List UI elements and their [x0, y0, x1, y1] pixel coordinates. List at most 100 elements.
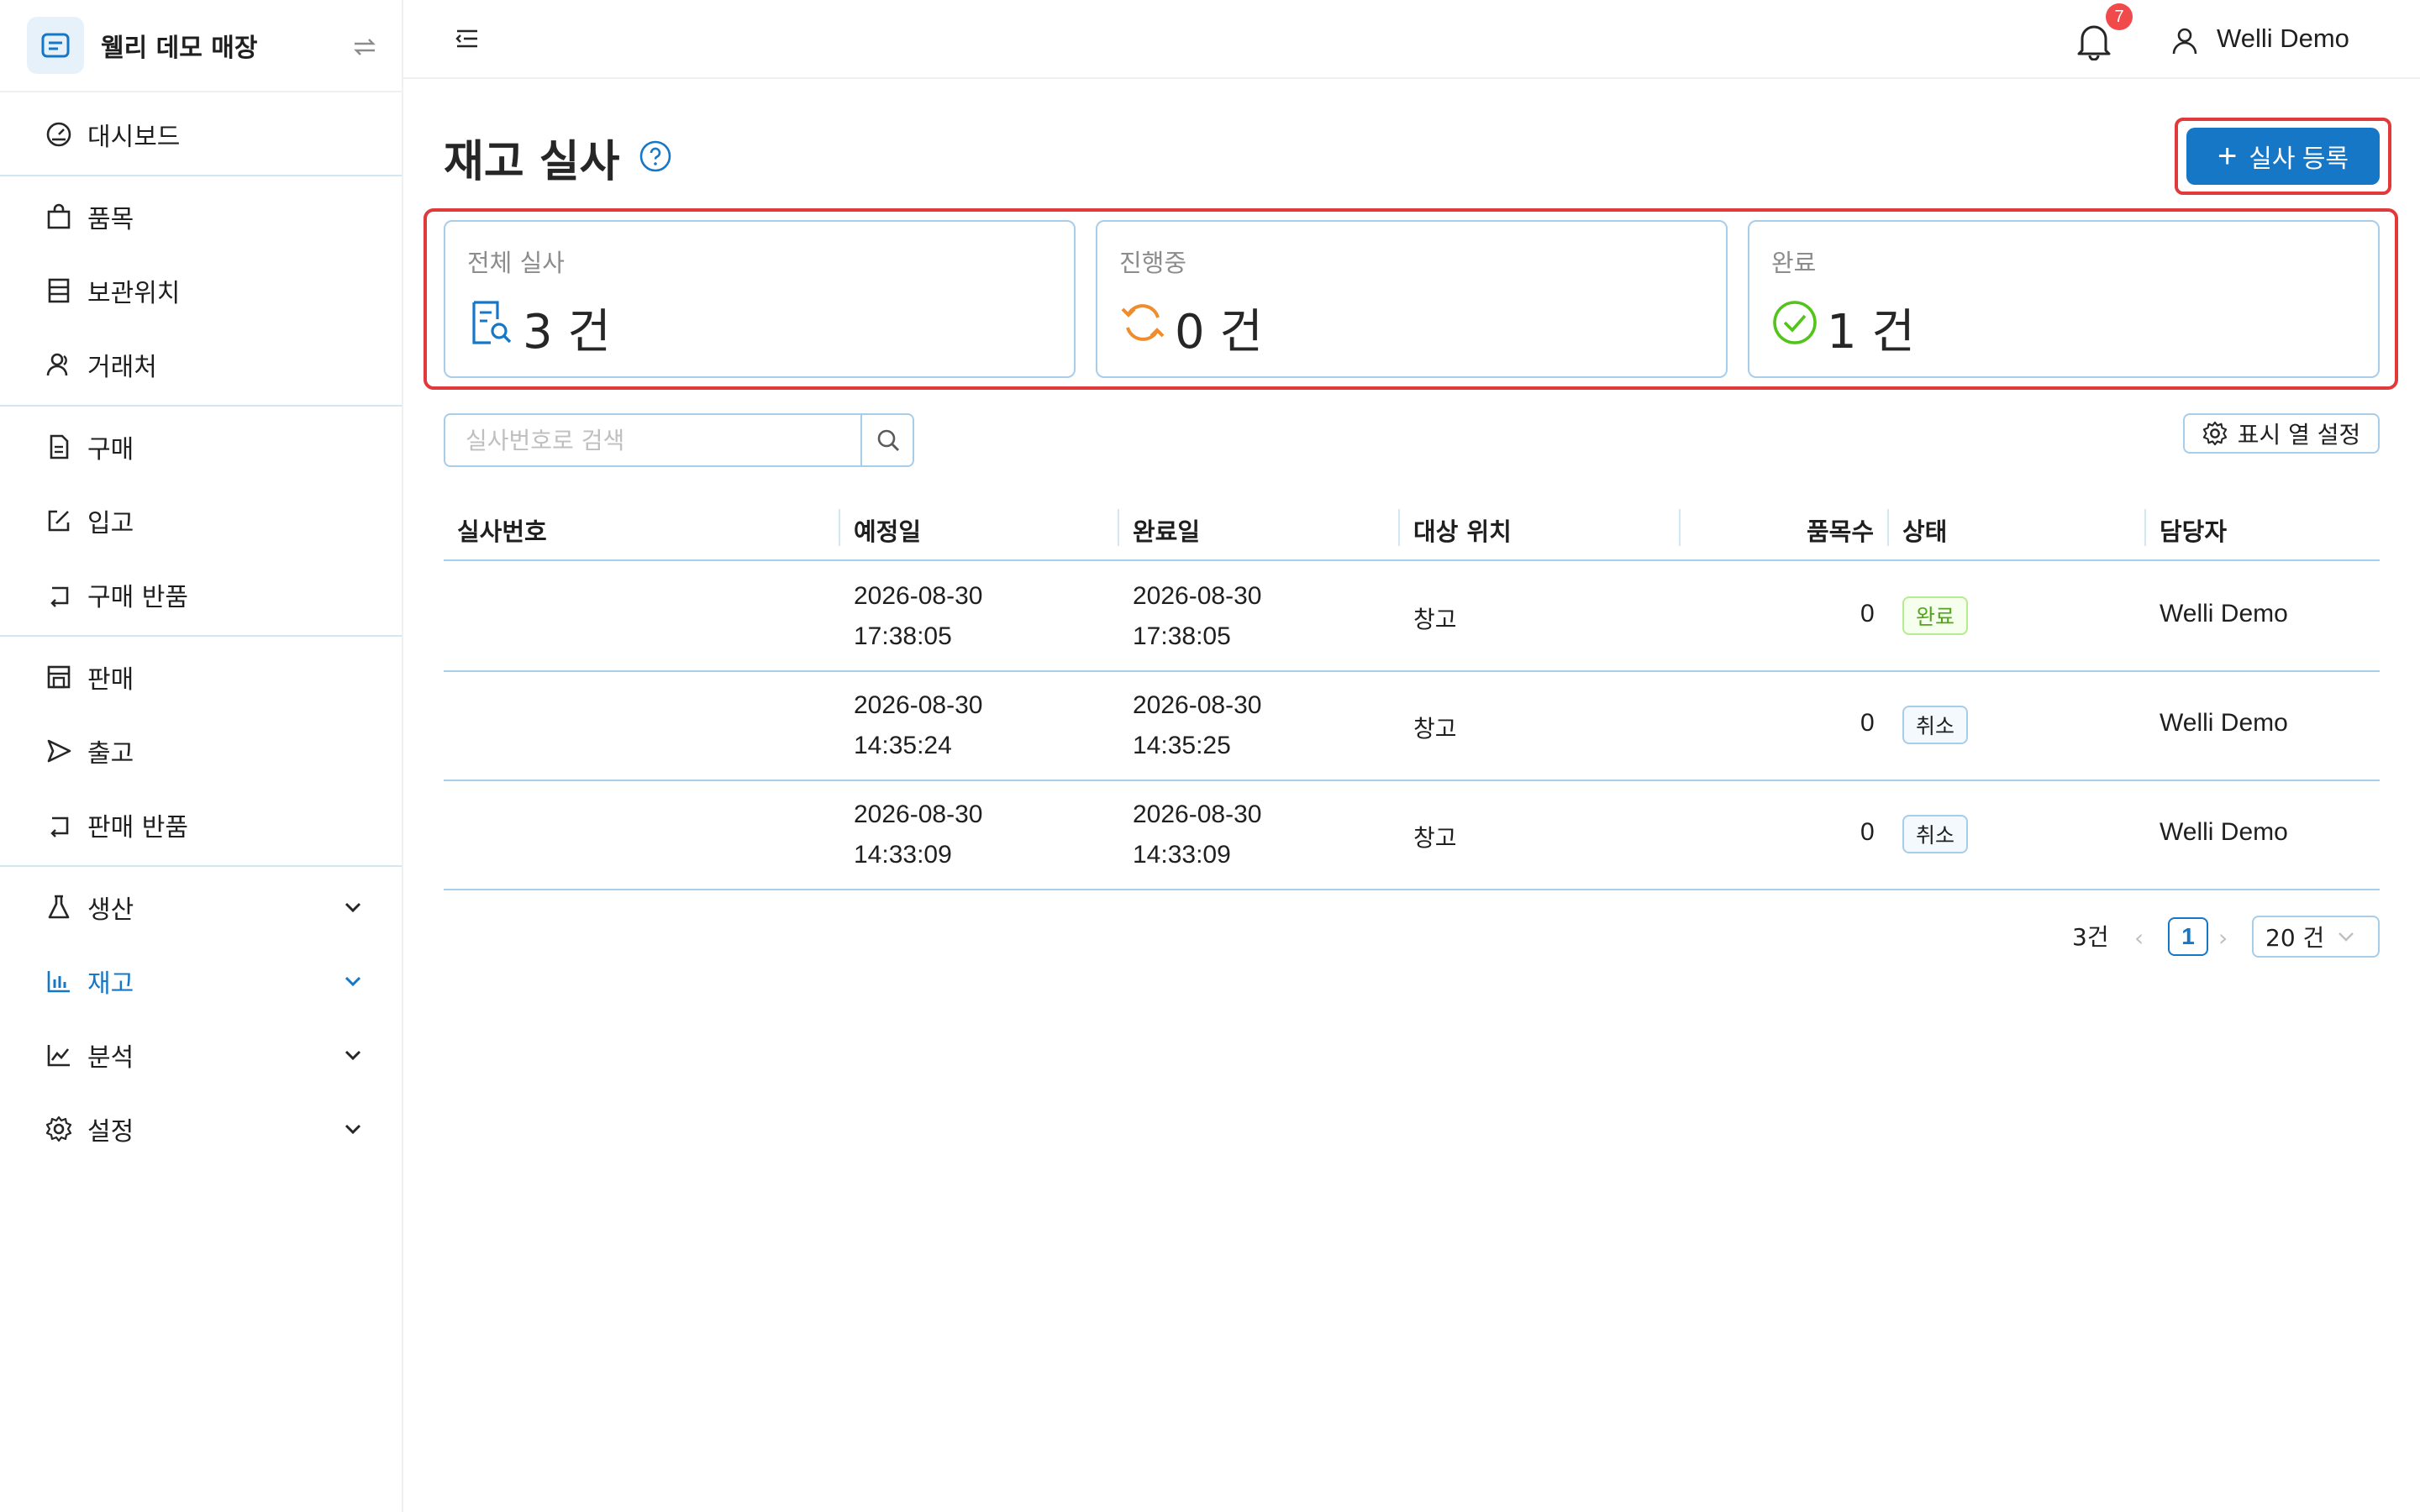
menu-collapse-icon[interactable] [454, 25, 481, 52]
inbound-icon [45, 507, 72, 534]
gear-icon [2202, 421, 2227, 446]
chevron-right-icon[interactable]: › [2218, 924, 2228, 952]
sidebar-item-label: 대시보드 [87, 123, 181, 152]
cell-completed: 2026-08-30 17:38:05 [1133, 576, 1261, 657]
column-settings-button[interactable]: 표시 열 설정 [2183, 413, 2380, 454]
column-header-completed[interactable]: 완료일 [1133, 512, 1200, 548]
column-header-status[interactable]: 상태 [1902, 512, 1947, 548]
sidebar-item-label: 품목 [87, 205, 134, 234]
check-circle-icon [1773, 301, 1817, 344]
column-settings-label: 표시 열 설정 [2237, 421, 2361, 449]
column-header-owner[interactable]: 담당자 [2160, 512, 2227, 548]
search-button[interactable] [860, 415, 914, 465]
stat-card-total: 전체 실사 3 건 [444, 220, 1076, 378]
cell-completed-date: 2026-08-30 [1133, 691, 1262, 719]
status-badge: 취소 [1902, 815, 1969, 853]
column-header-id[interactable]: 실사번호 [457, 512, 547, 548]
flask-icon [45, 894, 72, 921]
user-name[interactable]: Welli Demo [2217, 24, 2349, 54]
cell-scheduled-date: 2026-08-30 [854, 691, 983, 719]
cell-item-count: 0 [1860, 600, 1875, 627]
store-name: 웰리 데모 매장 [101, 34, 258, 63]
dashboard-icon [45, 121, 72, 148]
cell-completed-time: 14:33:09 [1133, 841, 1231, 869]
bell-icon[interactable] [2075, 20, 2112, 60]
cell-location: 창고 [1413, 715, 1457, 743]
stat-title: 전체 실사 [467, 249, 565, 277]
cell-item-count: 0 [1860, 818, 1875, 846]
table-header: 실사번호 예정일 완료일 대상 위치 품목수 상태 담당자 [444, 501, 2380, 561]
chevron-down-icon [345, 902, 361, 913]
help-icon[interactable] [639, 139, 672, 173]
cell-completed-time: 17:38:05 [1133, 622, 1231, 650]
cell-scheduled-date: 2026-08-30 [854, 801, 983, 828]
sidebar-item-purchase[interactable]: 구매 [0, 408, 402, 482]
chevron-left-icon[interactable]: ‹ [2134, 924, 2144, 952]
sidebar-item-label: 거래처 [87, 353, 157, 382]
sidebar-item-label: 보관위치 [87, 279, 181, 308]
shelf-icon [45, 277, 72, 304]
sidebar-item-dashboard[interactable]: 대시보드 [0, 96, 402, 170]
stat-title: 진행중 [1119, 249, 1187, 277]
cell-item-count: 0 [1860, 709, 1875, 737]
line-chart-icon [45, 1042, 72, 1068]
app-root: 웰리 데모 매장 대시보드 품목 보관위치 거래처 구매 입고 구매 반품 판매… [0, 0, 2420, 1512]
chevron-down-icon [345, 976, 361, 987]
page-title: 재고 실사 [444, 137, 620, 187]
sidebar-item-partners[interactable]: 거래처 [0, 326, 402, 400]
sidebar-divider [0, 405, 402, 407]
page-size-value: 20 건 [2265, 924, 2325, 952]
document-search-icon [472, 301, 512, 344]
chevron-down-icon [345, 1050, 361, 1061]
sidebar-item-sales[interactable]: 판매 [0, 638, 402, 712]
cell-scheduled: 2026-08-30 14:33:09 [854, 795, 982, 875]
sidebar-item-label: 판매 반품 [87, 813, 188, 843]
user-icon[interactable] [2171, 27, 2198, 55]
sidebar-item-purchase-return[interactable]: 구매 반품 [0, 556, 402, 630]
bar-chart-icon [45, 968, 72, 995]
cell-completed: 2026-08-30 14:35:25 [1133, 685, 1261, 766]
add-stocktake-button[interactable]: + 실사 등록 [2186, 128, 2380, 185]
notification-badge: 7 [2106, 3, 2133, 30]
search-box [444, 413, 914, 467]
sidebar-item-items[interactable]: 품목 [0, 178, 402, 252]
sidebar-item-inventory[interactable]: 재고 [0, 942, 402, 1016]
cell-owner: Welli Demo [2160, 818, 2288, 846]
pagination-current-page[interactable]: 1 [2168, 917, 2208, 956]
page-size-select[interactable]: 20 건 [2252, 916, 2380, 958]
sidebar-item-label: 분석 [87, 1043, 134, 1073]
sidebar-item-storage[interactable]: 보관위치 [0, 252, 402, 326]
table-row[interactable]: 2026-08-30 17:38:05 2026-08-30 17:38:05 … [444, 563, 2380, 672]
sidebar-item-analysis[interactable]: 분석 [0, 1016, 402, 1090]
cell-completed-date: 2026-08-30 [1133, 801, 1262, 828]
top-header: 7 Welli Demo [403, 0, 2420, 79]
column-header-location[interactable]: 대상 위치 [1413, 512, 1512, 548]
send-icon [45, 738, 72, 764]
sidebar-item-sales-return[interactable]: 판매 반품 [0, 786, 402, 860]
add-stocktake-label: 실사 등록 [2249, 145, 2349, 173]
column-separator [2144, 509, 2146, 546]
status-badge: 완료 [1902, 596, 1969, 635]
sidebar-item-production[interactable]: 생산 [0, 869, 402, 942]
sidebar-divider [0, 635, 402, 637]
gear-icon [45, 1116, 72, 1142]
column-separator [1398, 509, 1400, 546]
sidebar-item-label: 구매 반품 [87, 583, 188, 612]
column-separator [1118, 509, 1119, 546]
sidebar-item-inbound[interactable]: 입고 [0, 482, 402, 556]
return-icon [45, 811, 72, 838]
column-header-item-count[interactable]: 품목수 [1807, 512, 1874, 548]
table-row[interactable]: 2026-08-30 14:35:24 2026-08-30 14:35:25 … [444, 672, 2380, 781]
search-input[interactable] [445, 415, 860, 465]
sidebar-item-settings[interactable]: 설정 [0, 1090, 402, 1164]
table-row[interactable]: 2026-08-30 14:33:09 2026-08-30 14:33:09 … [444, 781, 2380, 890]
return-icon [45, 581, 72, 608]
sidebar-divider [0, 175, 402, 176]
swap-store-icon[interactable] [351, 34, 378, 60]
sidebar-item-outbound[interactable]: 출고 [0, 712, 402, 786]
column-header-scheduled[interactable]: 예정일 [854, 512, 921, 548]
cell-completed-date: 2026-08-30 [1133, 582, 1262, 610]
sync-icon [1121, 304, 1165, 341]
sidebar-item-label: 판매 [87, 665, 134, 695]
column-separator [839, 509, 840, 546]
